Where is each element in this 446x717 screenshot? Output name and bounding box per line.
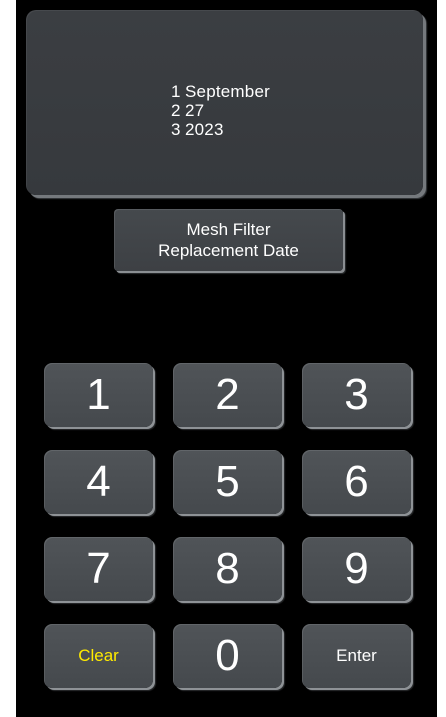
- key-0[interactable]: 0: [173, 624, 282, 688]
- date-lines: 1 September 2 27 3 2023: [171, 82, 270, 139]
- key-7[interactable]: 7: [44, 537, 153, 601]
- line-number: 2: [171, 101, 181, 120]
- date-display-panel: 1 September 2 27 3 2023: [26, 10, 423, 195]
- clear-button[interactable]: Clear: [44, 624, 153, 688]
- key-3[interactable]: 3: [302, 363, 411, 427]
- key-6[interactable]: 6: [302, 450, 411, 514]
- key-1[interactable]: 1: [44, 363, 153, 427]
- date-line-month: 1 September: [171, 82, 270, 101]
- date-line-day: 2 27: [171, 101, 270, 120]
- mesh-filter-replacement-date-button[interactable]: Mesh Filter Replacement Date: [114, 209, 343, 271]
- key-4[interactable]: 4: [44, 450, 153, 514]
- title-line-2: Replacement Date: [158, 241, 299, 260]
- device-screen: 1 September 2 27 3 2023 Mesh Filter Repl…: [16, 0, 437, 717]
- line-number: 1: [171, 82, 181, 101]
- date-line-year: 3 2023: [171, 120, 270, 139]
- key-5[interactable]: 5: [173, 450, 282, 514]
- line-number: 3: [171, 120, 181, 139]
- month-value: September: [185, 82, 270, 101]
- key-8[interactable]: 8: [173, 537, 282, 601]
- title-line-1: Mesh Filter: [186, 220, 271, 239]
- year-value: 2023: [185, 120, 224, 139]
- enter-button[interactable]: Enter: [302, 624, 411, 688]
- day-value: 27: [185, 101, 205, 120]
- key-2[interactable]: 2: [173, 363, 282, 427]
- key-9[interactable]: 9: [302, 537, 411, 601]
